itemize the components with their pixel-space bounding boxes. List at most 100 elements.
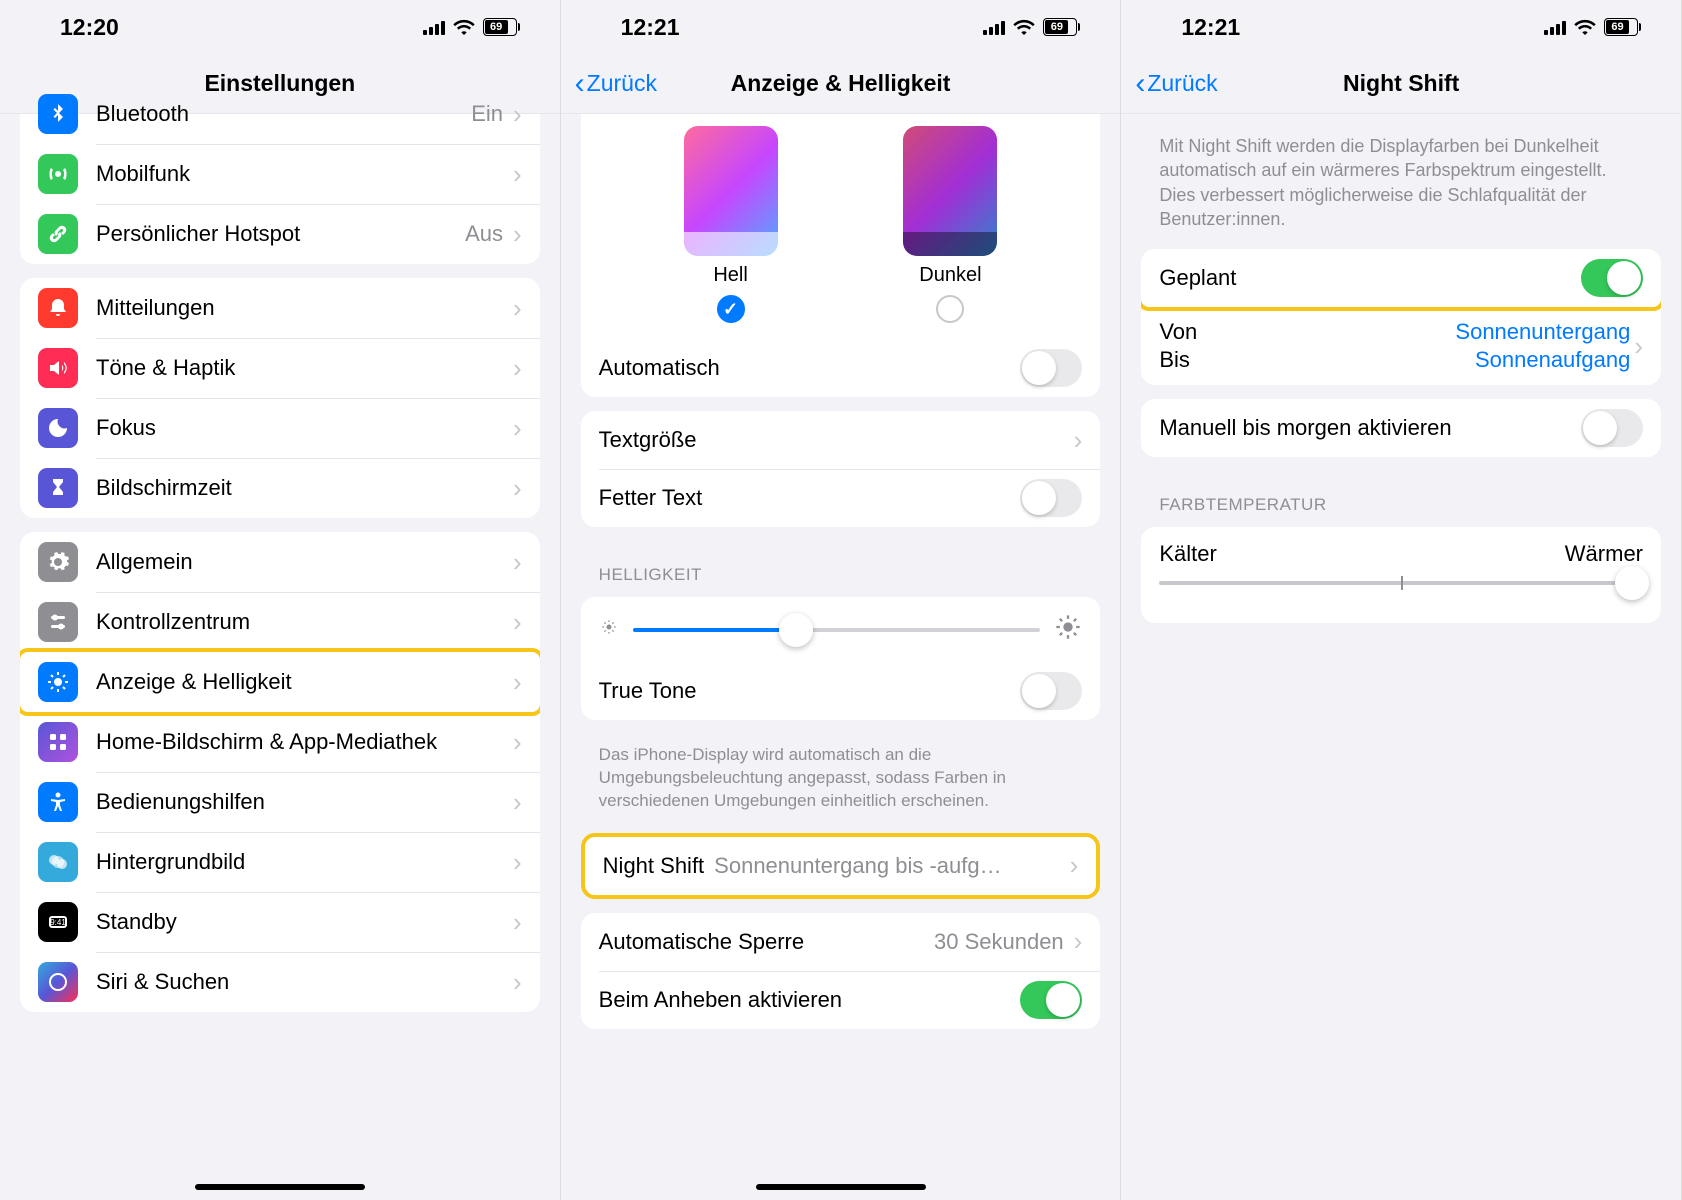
toggle-anheben[interactable]	[1020, 981, 1082, 1019]
chevron-right-icon: ›	[513, 787, 522, 818]
nav-bar: ‹ Zurück Night Shift	[1121, 54, 1681, 114]
row-mitteilungen[interactable]: Mitteilungen ›	[20, 278, 540, 338]
row-bedienungshilfen[interactable]: Bedienungshilfen ›	[20, 772, 540, 832]
svg-text:9:41: 9:41	[50, 918, 66, 927]
row-fokus[interactable]: Fokus ›	[20, 398, 540, 458]
chevron-right-icon: ›	[513, 99, 522, 130]
chevron-right-icon: ›	[513, 159, 522, 190]
chevron-left-icon: ‹	[1135, 69, 1145, 99]
home-indicator[interactable]	[756, 1184, 926, 1190]
row-geplant[interactable]: Geplant	[1141, 249, 1661, 311]
toggle-automatisch[interactable]	[1020, 349, 1082, 387]
brightness-slider[interactable]	[633, 628, 1041, 632]
nightshift-description: Mit Night Shift werden die Displayfarben…	[1121, 114, 1681, 239]
row-homescreen[interactable]: Home-Bildschirm & App-Mediathek ›	[20, 712, 540, 772]
speaker-icon	[38, 348, 78, 388]
row-colortemp[interactable]: Kälter Wärmer	[1141, 527, 1661, 623]
hourglass-icon	[38, 468, 78, 508]
home-indicator[interactable]	[195, 1184, 365, 1190]
clock-icon: 9:41	[38, 902, 78, 942]
row-mobilfunk[interactable]: Mobilfunk ›	[20, 144, 540, 204]
sun-small-icon	[599, 617, 619, 642]
light-preview-icon	[684, 126, 778, 256]
truetone-description: Das iPhone-Display wird automatisch an d…	[561, 734, 1121, 813]
sliders-icon	[38, 602, 78, 642]
chevron-right-icon: ›	[513, 967, 522, 998]
toggle-truetone[interactable]	[1020, 672, 1082, 710]
row-bluetooth[interactable]: Bluetooth Ein ›	[20, 84, 540, 144]
row-anzeige-helligkeit[interactable]: Anzeige & Helligkeit ›	[20, 648, 540, 716]
chevron-right-icon: ›	[513, 413, 522, 444]
wifi-icon	[453, 19, 475, 35]
colortemp-slider[interactable]	[1159, 581, 1643, 585]
label-bis: Bis	[1159, 347, 1197, 373]
battery-icon: 69	[1043, 18, 1080, 36]
cellular-signal-icon	[983, 19, 1005, 35]
section-helligkeit: HELLIGKEIT	[561, 541, 1121, 593]
brightness-icon	[38, 662, 78, 702]
nav-bar: ‹ Zurück Anzeige & Helligkeit	[561, 54, 1121, 114]
row-automatisch[interactable]: Automatisch	[581, 339, 1101, 397]
row-brightness-slider[interactable]	[581, 597, 1101, 662]
wifi-icon	[1574, 19, 1596, 35]
row-textgroesse[interactable]: Textgröße ›	[581, 411, 1101, 469]
appearance-dark[interactable]: Dunkel	[903, 126, 997, 323]
chevron-right-icon: ›	[513, 353, 522, 384]
moon-icon	[38, 408, 78, 448]
row-siri[interactable]: Siri & Suchen ›	[20, 952, 540, 1012]
back-button[interactable]: ‹ Zurück	[575, 69, 657, 99]
siri-icon	[38, 962, 78, 1002]
clock: 12:20	[60, 14, 119, 41]
cellular-signal-icon	[1544, 19, 1566, 35]
value-sunset: Sonnenuntergang	[1197, 319, 1630, 345]
status-bar: 12:21 69	[1121, 0, 1681, 54]
chevron-right-icon: ›	[1634, 331, 1643, 362]
row-manuell[interactable]: Manuell bis morgen aktivieren	[1141, 399, 1661, 457]
chevron-right-icon: ›	[1074, 926, 1083, 957]
radio-dark[interactable]	[936, 295, 964, 323]
row-schedule[interactable]: Von Bis Sonnenuntergang Sonnenaufgang ›	[1141, 307, 1661, 385]
battery-icon: 69	[1604, 18, 1641, 36]
row-fettertext[interactable]: Fetter Text	[581, 469, 1101, 527]
appearance-light[interactable]: Hell	[684, 126, 778, 323]
phone-screen-display: 12:21 69 ‹ Zurück Anzeige & Helligkeit H…	[561, 0, 1122, 1200]
label-warmer: Wärmer	[1565, 541, 1643, 567]
row-toene[interactable]: Töne & Haptik ›	[20, 338, 540, 398]
row-kontrollzentrum[interactable]: Kontrollzentrum ›	[20, 592, 540, 652]
page-title: Night Shift	[1343, 70, 1459, 97]
phone-screen-nightshift: 12:21 69 ‹ Zurück Night Shift Mit Night …	[1121, 0, 1682, 1200]
toggle-geplant[interactable]	[1581, 259, 1643, 297]
chevron-right-icon: ›	[513, 607, 522, 638]
status-bar: 12:20 69	[0, 0, 560, 54]
chevron-right-icon: ›	[513, 219, 522, 250]
toggle-manuell[interactable]	[1581, 409, 1643, 447]
chevron-right-icon: ›	[513, 473, 522, 504]
bell-icon	[38, 288, 78, 328]
row-truetone[interactable]: True Tone	[581, 662, 1101, 720]
row-bildschirmzeit[interactable]: Bildschirmzeit ›	[20, 458, 540, 518]
phone-screen-settings: 12:20 69 Einstellungen Bluetooth Ein ›	[0, 0, 561, 1200]
row-hintergrundbild[interactable]: Hintergrundbild ›	[20, 832, 540, 892]
section-farbtemperatur: FARBTEMPERATUR	[1121, 471, 1681, 523]
chevron-right-icon: ›	[1070, 850, 1079, 881]
wallpaper-icon	[38, 842, 78, 882]
label-cooler: Kälter	[1159, 541, 1216, 567]
row-hotspot[interactable]: Persönlicher Hotspot Aus ›	[20, 204, 540, 264]
row-standby[interactable]: 9:41 Standby ›	[20, 892, 540, 952]
row-nightshift[interactable]: Night Shift Sonnenuntergang bis -aufg… ›	[585, 837, 1097, 895]
chevron-left-icon: ‹	[575, 69, 585, 99]
chevron-right-icon: ›	[513, 293, 522, 324]
battery-icon: 69	[483, 18, 520, 36]
value-sunrise: Sonnenaufgang	[1197, 347, 1630, 373]
chevron-right-icon: ›	[513, 907, 522, 938]
row-anheben[interactable]: Beim Anheben aktivieren	[581, 971, 1101, 1029]
radio-light[interactable]	[717, 295, 745, 323]
row-allgemein[interactable]: Allgemein ›	[20, 532, 540, 592]
chevron-right-icon: ›	[513, 547, 522, 578]
back-button[interactable]: ‹ Zurück	[1135, 69, 1217, 99]
dark-preview-icon	[903, 126, 997, 256]
toggle-fettertext[interactable]	[1020, 479, 1082, 517]
page-title: Anzeige & Helligkeit	[731, 70, 951, 97]
row-autosperre[interactable]: Automatische Sperre 30 Sekunden ›	[581, 913, 1101, 971]
cellular-signal-icon	[423, 19, 445, 35]
